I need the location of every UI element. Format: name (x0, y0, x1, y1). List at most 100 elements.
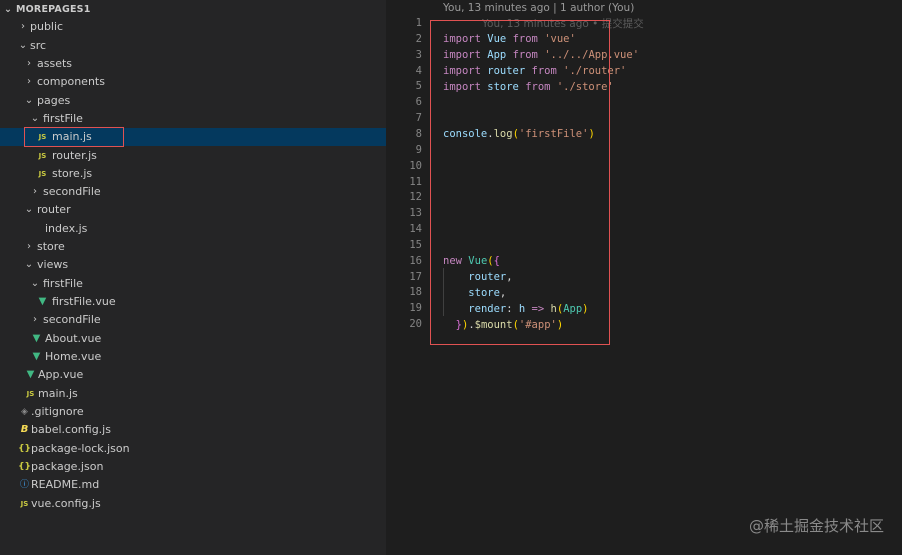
json-file-icon: {} (18, 462, 31, 472)
tree-item-label: assets (37, 57, 73, 70)
line-number: 13 (409, 207, 422, 220)
chevron-down-icon[interactable]: ⌄ (24, 256, 34, 274)
js-file-icon: JS (38, 170, 47, 178)
line-number: 3 (415, 48, 422, 61)
line-number: 15 (409, 238, 422, 251)
tree-item-pages[interactable]: ⌄ pages (0, 92, 386, 110)
tree-item-main-js[interactable]: JS main.js (0, 385, 386, 403)
line-number: 2 (415, 32, 422, 45)
vue-file-icon: ▼ (26, 369, 35, 380)
tree-item-label: package.json (31, 460, 104, 473)
tree-item-label: firstFile (43, 112, 83, 125)
line-number: 11 (409, 175, 422, 188)
project-title: MOREPAGES1 (16, 4, 91, 15)
tree-item-babel-config-js[interactable]: Bbabel.config.js (0, 421, 386, 439)
tree-item-gitignore[interactable]: ◈ .gitignore (0, 403, 386, 421)
tree-item-src[interactable]: ⌄ src (0, 37, 386, 55)
tree-item-label: Home.vue (45, 350, 102, 363)
line-number: 8 (415, 127, 422, 140)
tree-item-label: App.vue (38, 368, 84, 381)
chevron-down-icon[interactable]: ⌄ (30, 275, 40, 293)
chevron-right-icon[interactable]: › (30, 311, 40, 329)
tree-item-package-lock-json[interactable]: {} package-lock.json (0, 440, 386, 458)
tree-item-label: README.md (31, 478, 100, 491)
chevron-down-icon[interactable]: ⌄ (4, 2, 16, 18)
line-number: 4 (415, 64, 422, 77)
line-number: 10 (409, 159, 422, 172)
watermark: @稀土掘金技术社区 (748, 517, 884, 535)
tree-item-components[interactable]: › components (0, 73, 386, 91)
tree-item-app-vue[interactable]: ▼ App.vue (0, 366, 386, 384)
tree-item-label: secondFile (43, 185, 101, 198)
highlight-box-main-js (24, 127, 124, 147)
tree-item-vue-config-js[interactable]: JS vue.config.js (0, 495, 386, 513)
line-number: 18 (409, 286, 422, 299)
line-number: 17 (409, 270, 422, 283)
info-file-icon: ⓘ (19, 480, 29, 490)
js-file-icon: JS (38, 152, 47, 160)
tree-item-public[interactable]: › public (0, 18, 386, 36)
chevron-right-icon[interactable]: › (24, 73, 34, 91)
tree-item-label: index.js (45, 222, 88, 235)
chevron-right-icon[interactable]: › (30, 183, 40, 201)
vue-file-icon: ▼ (32, 351, 41, 362)
tree-item-router-js[interactable]: JS router.js (0, 147, 386, 165)
code-editor[interactable]: You, 13 minutes ago | 1 author (You) 123… (386, 0, 902, 555)
tree-item-label: main.js (38, 387, 78, 400)
vue-file-icon: ▼ (32, 333, 41, 344)
tree-item-label: public (30, 20, 64, 33)
tree-item-views[interactable]: ⌄ views (0, 256, 386, 274)
tree-item-label: package-lock.json (31, 442, 130, 455)
tree-item-label: components (37, 75, 105, 88)
line-number: 1 (415, 17, 422, 29)
js-file-icon: JS (26, 390, 35, 398)
chevron-right-icon[interactable]: › (24, 238, 34, 256)
tree-item-label: router (37, 203, 71, 216)
tree-item-firstfile-vue[interactable]: ▼ firstFile.vue (0, 293, 386, 311)
explorer-root-folder[interactable]: ⌄ MOREPAGES1 (4, 2, 91, 18)
chevron-right-icon[interactable]: › (18, 18, 28, 36)
tree-item-router[interactable]: ⌄ router (0, 201, 386, 219)
tree-item-label: views (37, 258, 69, 271)
tree-item-label: babel.config.js (31, 423, 111, 436)
explorer-sidebar: ⌄ MOREPAGES1 › public ⌄ src › assets › component… (0, 0, 386, 555)
json-file-icon: {} (18, 444, 31, 454)
vue-file-icon: ▼ (38, 296, 47, 307)
tree-item-firstfile[interactable]: ⌄ firstFile (0, 275, 386, 293)
line-number: 20 (409, 318, 422, 331)
tree-item-label: store.js (52, 167, 93, 180)
tree-item-package-json[interactable]: {} package.json (0, 458, 386, 476)
line-number: 9 (415, 143, 422, 156)
line-number: 6 (415, 96, 422, 109)
chevron-down-icon[interactable]: ⌄ (30, 110, 40, 128)
chevron-down-icon[interactable]: ⌄ (24, 92, 34, 110)
tree-item-about-vue[interactable]: ▼ About.vue (0, 330, 386, 348)
tree-item-index-js[interactable]: index.js (0, 220, 386, 238)
tree-item-store-js[interactable]: JS store.js (0, 165, 386, 183)
tree-item-label: pages (37, 94, 71, 107)
line-number: 7 (415, 112, 422, 125)
chevron-down-icon[interactable]: ⌄ (18, 37, 28, 55)
line-number: 12 (409, 191, 422, 204)
codelens-author[interactable]: You, 13 minutes ago | 1 author (You) (443, 2, 634, 14)
tree-item-label: secondFile (43, 313, 101, 326)
tree-item-secondfile[interactable]: › secondFile (0, 183, 386, 201)
tree-item-label: About.vue (45, 332, 102, 345)
tree-item-secondfile[interactable]: › secondFile (0, 311, 386, 329)
tree-item-label: vue.config.js (31, 497, 101, 510)
tree-item-home-vue[interactable]: ▼ Home.vue (0, 348, 386, 366)
tree-item-store[interactable]: › store (0, 238, 386, 256)
tree-item-label: firstFile.vue (52, 295, 116, 308)
line-number: 5 (415, 80, 422, 93)
tree-item-label: router.js (52, 149, 97, 162)
tree-item-label: store (37, 240, 65, 253)
tree-item-label: firstFile (43, 277, 83, 290)
line-number: 14 (409, 223, 422, 236)
tree-item-assets[interactable]: › assets (0, 55, 386, 73)
line-number: 16 (409, 254, 422, 267)
js-file-icon: JS (20, 500, 29, 508)
chevron-right-icon[interactable]: › (24, 55, 34, 73)
highlight-box-code (430, 20, 610, 345)
tree-item-firstfile[interactable]: ⌄ firstFile (0, 110, 386, 128)
tree-item-readme-md[interactable]: ⓘ README.md (0, 476, 386, 494)
